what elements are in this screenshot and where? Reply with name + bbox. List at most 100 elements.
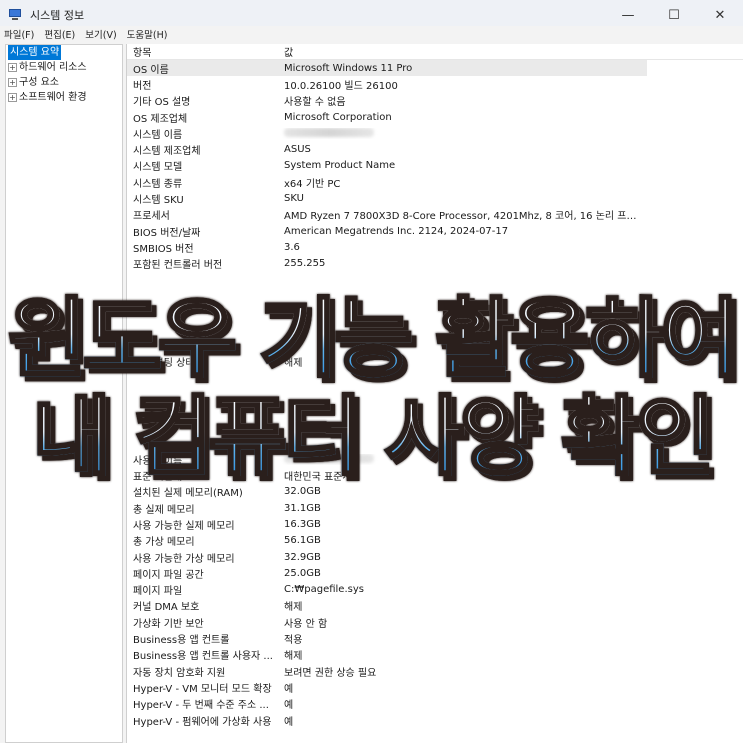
tree-item[interactable]: + 구성 요소 bbox=[6, 75, 122, 90]
table-row[interactable]: 가상화 기반 보안 사용 안 함 bbox=[127, 614, 743, 630]
menu-view[interactable]: 보기(V) bbox=[85, 27, 116, 41]
row-item: 커널 DMA 보호 bbox=[133, 602, 200, 614]
table-row[interactable]: 페이지 파일 공간 25.0GB bbox=[127, 565, 743, 581]
row-value: 3.6 bbox=[284, 241, 300, 253]
window-title: 시스템 정보 bbox=[30, 9, 85, 22]
table-row[interactable]: 시스템 종류 x64 기반 PC bbox=[127, 174, 743, 190]
table-row[interactable]: 프로세서 AMD Ryzen 7 7800X3D 8-Core Processor… bbox=[127, 207, 743, 223]
row-value: 해제 bbox=[284, 602, 303, 614]
table-row[interactable]: 기타 OS 설명 사용할 수 없음 bbox=[127, 93, 743, 109]
table-row[interactable]: Hyper-V - VM 모니터 모드 확장 예 bbox=[127, 679, 743, 695]
table-row[interactable]: SMBIOS 버전 3.6 bbox=[127, 239, 743, 255]
row-value: 보려면 권한 상승 필요 bbox=[284, 667, 377, 679]
row-item: Business용 앱 컨트롤 사용자 ... bbox=[133, 651, 273, 663]
row-value: 예 bbox=[284, 700, 294, 712]
system-info-app-icon bbox=[8, 9, 22, 21]
menu-bar: 파일(F) 편집(E) 보기(V) 도움말(H) bbox=[0, 26, 743, 42]
row-value: Microsoft Windows 11 Pro bbox=[284, 62, 413, 74]
row-item: 버전 bbox=[133, 80, 152, 92]
row-item: 기타 OS 설명 bbox=[133, 97, 191, 109]
table-row[interactable]: Business용 앱 컨트롤 사용자 ... 해제 bbox=[127, 647, 743, 663]
column-header-value[interactable]: 값 bbox=[280, 44, 640, 59]
row-item: 사용 가능한 가상 메모리 bbox=[133, 553, 235, 565]
row-value: 예 bbox=[284, 716, 294, 728]
tree-item-label: 소프트웨어 환경 bbox=[19, 92, 87, 103]
row-item: 가상화 기반 보안 bbox=[133, 618, 204, 630]
table-row[interactable]: OS 제조업체 Microsoft Corporation bbox=[127, 109, 743, 125]
menu-edit[interactable]: 편집(E) bbox=[44, 27, 75, 41]
row-value: 25.0GB bbox=[284, 567, 321, 579]
table-row[interactable]: 시스템 제조업체 ASUS bbox=[127, 141, 743, 157]
row-value: C:₩pagefile.sys bbox=[284, 584, 364, 596]
menu-file[interactable]: 파일(F) bbox=[4, 27, 34, 41]
row-item: 자동 장치 암호화 지원 bbox=[133, 667, 226, 679]
menu-help[interactable]: 도움말(H) bbox=[127, 27, 168, 41]
row-value: x64 기반 PC bbox=[284, 178, 341, 190]
row-item: SMBIOS 버전 bbox=[133, 243, 194, 255]
table-row[interactable]: 총 가상 메모리 56.1GB bbox=[127, 533, 743, 549]
row-item: 총 가상 메모리 bbox=[133, 537, 195, 549]
row-item: Hyper-V - 펌웨어에 가상화 사용 bbox=[133, 716, 272, 728]
tree-item[interactable]: + 소프트웨어 환경 bbox=[6, 90, 122, 105]
table-row[interactable]: 시스템 SKU SKU bbox=[127, 190, 743, 206]
row-value: 예 bbox=[284, 683, 294, 695]
row-value: SKU bbox=[284, 193, 304, 205]
table-row[interactable]: BIOS 버전/날짜 American Megatrends Inc. 2124,… bbox=[127, 223, 743, 239]
table-row[interactable]: Business용 앱 컨트롤 적용 bbox=[127, 630, 743, 646]
row-value: AMD Ryzen 7 7800X3D 8-Core Processor, 42… bbox=[284, 211, 640, 223]
table-row[interactable]: Hyper-V - 두 번째 수준 주소 ... 예 bbox=[127, 696, 743, 712]
row-value: 10.0.26100 빌드 26100 bbox=[284, 80, 398, 92]
banner-text-2: 내 컴퓨터 사양 확인 bbox=[31, 386, 717, 489]
table-row[interactable]: 시스템 모델 System Product Name bbox=[127, 158, 743, 174]
row-item: Business용 앱 컨트롤 bbox=[133, 635, 230, 647]
row-item: 페이지 파일 공간 bbox=[133, 569, 204, 581]
table-row[interactable]: 커널 DMA 보호 해제 bbox=[127, 598, 743, 614]
table-row[interactable]: 사용 가능한 실제 메모리 16.3GB bbox=[127, 516, 743, 532]
table-row[interactable]: Hyper-V - 펌웨어에 가상화 사용 예 bbox=[127, 712, 743, 728]
tree-item-label: 구성 요소 bbox=[19, 77, 59, 88]
row-value: 16.3GB bbox=[284, 518, 321, 530]
row-item: Hyper-V - 두 번째 수준 주소 ... bbox=[133, 700, 269, 712]
expand-icon[interactable]: + bbox=[8, 93, 17, 102]
row-item: 시스템 모델 bbox=[133, 162, 183, 174]
table-row[interactable]: 총 실제 메모리 31.1GB bbox=[127, 500, 743, 516]
table-row[interactable]: 사용 가능한 가상 메모리 32.9GB bbox=[127, 549, 743, 565]
redacted-value bbox=[284, 128, 374, 138]
row-item: BIOS 버전/날짜 bbox=[133, 227, 201, 239]
column-header-item[interactable]: 항목 bbox=[127, 44, 280, 59]
row-value: 56.1GB bbox=[284, 535, 321, 547]
row-item: 시스템 종류 bbox=[133, 178, 183, 190]
row-value: 32.9GB bbox=[284, 551, 321, 563]
row-value: ASUS bbox=[284, 144, 311, 156]
tree-item-label: 시스템 요약 bbox=[8, 45, 62, 60]
tree-item[interactable]: + 하드웨어 리소스 bbox=[6, 60, 122, 75]
row-value: 사용 안 함 bbox=[284, 618, 328, 630]
expand-icon[interactable]: + bbox=[8, 78, 17, 87]
row-value: System Product Name bbox=[284, 160, 396, 172]
table-row[interactable]: 시스템 이름 bbox=[127, 125, 743, 141]
row-value: American Megatrends Inc. 2124, 2024-07-1… bbox=[284, 225, 509, 237]
tree-item[interactable]: 시스템 요약 bbox=[6, 45, 122, 60]
expand-icon[interactable]: + bbox=[8, 63, 17, 72]
row-value: Microsoft Corporation bbox=[284, 111, 392, 123]
tree-item-label: 하드웨어 리소스 bbox=[19, 62, 87, 73]
row-item: 사용 가능한 실제 메모리 bbox=[133, 520, 235, 532]
row-item: Hyper-V - VM 모니터 모드 확장 bbox=[133, 683, 272, 695]
table-row[interactable]: 페이지 파일 C:₩pagefile.sys bbox=[127, 582, 743, 598]
row-value: 해제 bbox=[284, 651, 303, 663]
row-item: 시스템 SKU bbox=[133, 195, 184, 207]
row-item: OS 이름 bbox=[133, 64, 169, 76]
banner-line-2: 내 컴퓨터 사양 확인 bbox=[0, 366, 743, 491]
row-item: 페이지 파일 bbox=[133, 586, 183, 598]
table-row[interactable]: 자동 장치 암호화 지원 보려면 권한 상승 필요 bbox=[127, 663, 743, 679]
row-value: 사용할 수 없음 bbox=[284, 97, 346, 109]
table-row[interactable]: OS 이름 Microsoft Windows 11 Pro bbox=[127, 60, 647, 77]
row-item: OS 제조업체 bbox=[133, 113, 188, 125]
row-item: 총 실제 메모리 bbox=[133, 504, 195, 516]
row-item: 시스템 이름 bbox=[133, 129, 183, 141]
table-row[interactable]: 버전 10.0.26100 빌드 26100 bbox=[127, 76, 743, 92]
row-value: 31.1GB bbox=[284, 502, 321, 514]
list-header: 항목 값 bbox=[127, 44, 743, 60]
row-value bbox=[280, 128, 640, 139]
row-item: 시스템 제조업체 bbox=[133, 146, 201, 158]
